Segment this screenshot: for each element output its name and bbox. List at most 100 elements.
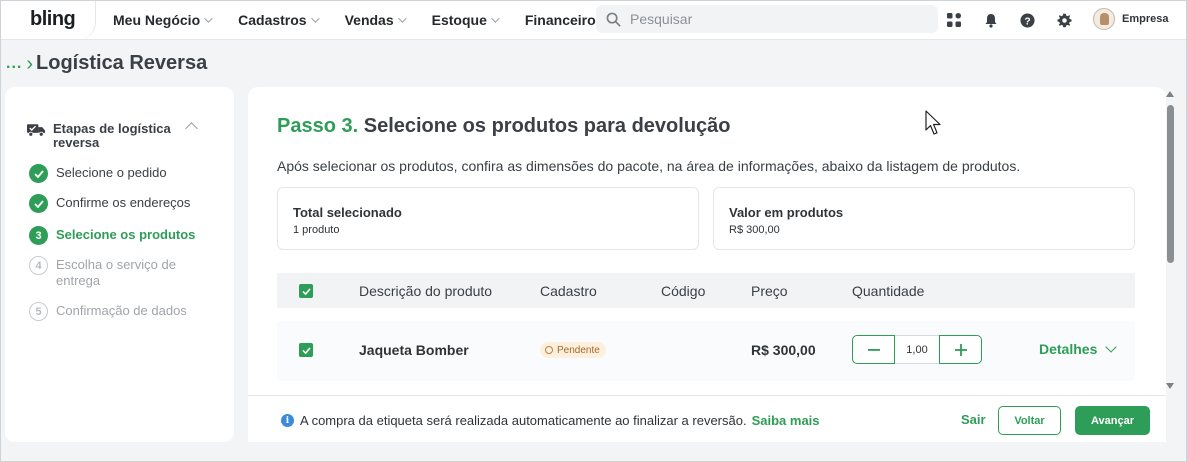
top-icons: ? [945, 0, 1093, 40]
company-label: Empresa [1122, 13, 1169, 25]
search-box[interactable] [596, 5, 938, 33]
column-price: Preço [751, 283, 788, 299]
svg-text:?: ? [1024, 16, 1030, 27]
breadcrumb-ellipsis[interactable]: ... [6, 55, 22, 73]
menu-label: Estoque [431, 11, 487, 28]
step-number: 3 [29, 226, 48, 245]
top-bar: bling Meu Negócio Cadastros Vendas Estoq… [0, 0, 1187, 40]
plus-icon [954, 343, 967, 356]
step-confirm-addresses[interactable]: Confirme os endereços [29, 194, 190, 213]
card-label: Total selecionado [293, 205, 402, 220]
chevron-down-icon [1105, 341, 1118, 353]
table-row: Jaqueta Bomber Pendente R$ 300,00 Detalh… [277, 321, 1135, 381]
avatar [1093, 8, 1115, 30]
step-heading: Passo 3. Selecione os produtos para devo… [277, 115, 731, 138]
footer-bar: i A compra da etiqueta será realizada au… [248, 395, 1166, 442]
status-badge: Pendente [540, 342, 606, 358]
product-description: Jaqueta Bomber [359, 342, 469, 358]
increase-button[interactable] [939, 335, 982, 364]
logo-container[interactable]: bling [0, 0, 96, 40]
step-select-order[interactable]: Selecione o pedido [29, 164, 167, 183]
chevron-down-icon [310, 13, 320, 23]
step-label: Confirmação de dados [56, 303, 187, 318]
check-icon [29, 194, 48, 213]
chevron-down-icon [204, 13, 213, 23]
check-icon [29, 164, 48, 183]
step-heading-title: Selecione os produtos para devolução [363, 115, 731, 137]
step-label: Selecione os produtos [56, 227, 196, 242]
chevron-down-icon [491, 13, 500, 23]
info-icon: i [281, 414, 294, 427]
quantity-input[interactable] [895, 335, 939, 364]
menu-label: Cadastros [238, 11, 307, 28]
truck-icon [27, 124, 46, 137]
menu-label: Vendas [344, 11, 394, 28]
step-choose-delivery: 4 Escolha o serviço de entrega [29, 256, 209, 289]
bell-icon[interactable] [982, 12, 999, 29]
logo: bling [30, 8, 76, 30]
step-label: Selecione o pedido [56, 165, 167, 180]
chevron-up-icon[interactable] [185, 122, 198, 135]
step-label: Escolha o serviço de entrega [56, 257, 176, 288]
menu-meu-negocio[interactable]: Meu Negócio [113, 11, 213, 28]
select-all-checkbox[interactable] [299, 284, 313, 298]
product-price: R$ 300,00 [751, 342, 816, 358]
footer-note-text: A compra da etiqueta será realizada auto… [300, 413, 747, 428]
main-panel: Passo 3. Selecione os produtos para devo… [248, 87, 1166, 442]
back-button[interactable]: Voltar [998, 406, 1061, 435]
main-menu: Meu Negócio Cadastros Vendas Estoque Fin… [113, 12, 634, 28]
search-icon [606, 12, 621, 26]
pending-icon [545, 346, 553, 354]
menu-vendas[interactable]: Vendas [344, 11, 407, 28]
details-button[interactable]: Detalhes [1039, 341, 1118, 357]
apps-icon[interactable] [945, 12, 962, 29]
column-description: Descrição do produto [359, 283, 493, 299]
card-label: Valor em produtos [729, 205, 844, 220]
menu-label: Meu Negócio [113, 11, 201, 28]
step-select-products[interactable]: 3 Selecione os produtos [29, 226, 195, 245]
menu-label: Financeiro [524, 11, 596, 28]
scrollbar-thumb[interactable] [1167, 105, 1174, 263]
card-value: R$ 300,00 [729, 224, 780, 236]
step-subtitle: Após selecionar os produtos, confira as … [277, 158, 1021, 174]
step-data-confirmation: 5 Confirmação de dados [29, 302, 187, 321]
products-value-card: Valor em produtos R$ 300,00 [713, 187, 1135, 250]
status-label: Pendente [557, 344, 600, 356]
total-selected-card: Total selecionado 1 produto [277, 187, 699, 250]
breadcrumb: ... › Logística Reversa [6, 52, 207, 75]
scroll-down-arrow[interactable] [1166, 383, 1174, 389]
gear-icon[interactable] [1056, 12, 1073, 29]
steps-panel: Etapas de logística reversa Selecione o … [5, 87, 234, 442]
steps-title: Etapas de logística reversa [53, 121, 171, 150]
menu-estoque[interactable]: Estoque [431, 11, 500, 28]
table-header: Descrição do produto Cadastro Código Pre… [277, 273, 1135, 308]
chevron-down-icon [397, 13, 407, 23]
steps-header: Etapas de logística reversa [27, 122, 183, 150]
next-button[interactable]: Avançar [1075, 406, 1150, 435]
card-value: 1 produto [293, 224, 340, 236]
chevron-right-icon: › [26, 52, 34, 75]
footer-note: i A compra da etiqueta será realizada au… [281, 413, 820, 428]
step-number: 5 [29, 302, 48, 321]
row-checkbox[interactable] [299, 343, 313, 357]
exit-button[interactable]: Sair [961, 412, 986, 427]
minus-icon [867, 348, 880, 351]
learn-more-link[interactable]: Saiba mais [752, 413, 820, 428]
quantity-stepper [852, 335, 982, 364]
menu-cadastros[interactable]: Cadastros [238, 11, 320, 28]
step-label: Confirme os endereços [56, 195, 191, 210]
menu-financeiro[interactable]: Financeiro [524, 11, 609, 28]
step-number: 4 [29, 256, 48, 275]
company-menu[interactable]: Empresa [1093, 8, 1168, 30]
details-label: Detalhes [1039, 341, 1098, 357]
scroll-up-arrow[interactable] [1166, 91, 1174, 97]
column-quantity: Quantidade [852, 283, 925, 299]
help-icon[interactable]: ? [1019, 12, 1036, 29]
decrease-button[interactable] [852, 335, 895, 364]
column-registration: Cadastro [540, 283, 597, 299]
search-input[interactable] [630, 11, 910, 27]
step-heading-number: Passo 3. [277, 115, 359, 137]
page-title: Logística Reversa [36, 52, 208, 74]
mouse-cursor-icon [925, 110, 941, 135]
column-code: Código [661, 283, 706, 299]
